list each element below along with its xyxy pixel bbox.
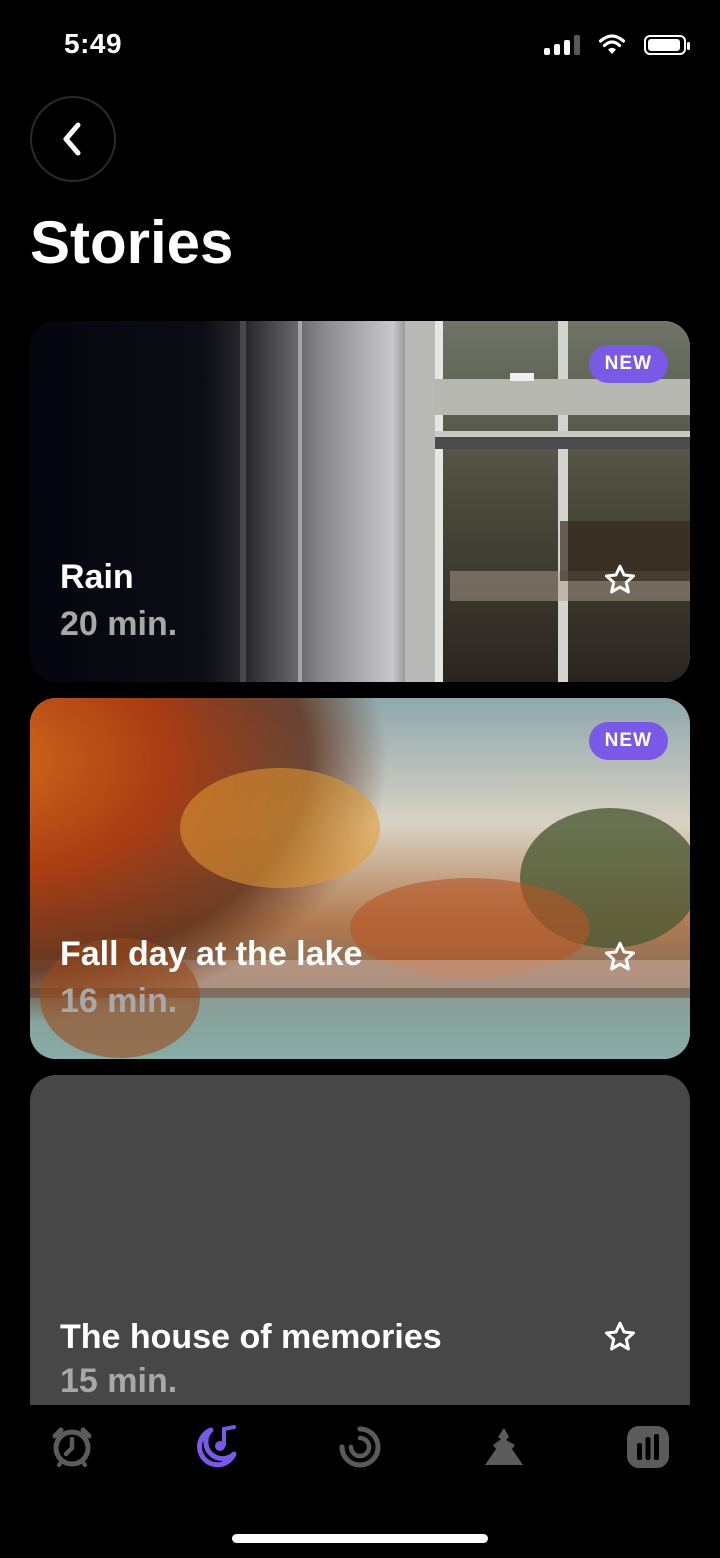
- stats-bars-icon: [627, 1426, 669, 1468]
- story-duration: 20 min.: [60, 605, 178, 643]
- status-icons: [544, 34, 690, 56]
- new-badge: NEW: [588, 345, 668, 383]
- battery-icon: [644, 35, 690, 55]
- new-badge: NEW: [588, 722, 668, 760]
- wifi-icon: [598, 34, 626, 54]
- cellular-signal-icon: [544, 35, 580, 55]
- alarm-clock-icon: [52, 1427, 92, 1467]
- favorite-star-icon[interactable]: [602, 939, 638, 975]
- progress-ring-icon: [339, 1426, 381, 1468]
- home-indicator: [232, 1534, 488, 1543]
- story-card-lake[interactable]: NEW Fall day at the lake 16 min.: [30, 698, 690, 1059]
- status-bar: 5:49: [0, 0, 720, 90]
- tab-stories[interactable]: [192, 1423, 240, 1471]
- tab-mountain[interactable]: [480, 1423, 528, 1471]
- tab-stats[interactable]: [624, 1423, 672, 1471]
- story-duration: 16 min.: [60, 982, 178, 1020]
- mountain-icon: [485, 1428, 523, 1465]
- story-title: The house of memories: [60, 1318, 442, 1356]
- status-time: 5:49: [64, 28, 123, 59]
- tab-progress[interactable]: [336, 1423, 384, 1471]
- story-title: Fall day at the lake: [60, 935, 363, 973]
- page-title: Stories: [30, 209, 234, 276]
- favorite-star-icon[interactable]: [602, 1319, 638, 1355]
- favorite-star-icon[interactable]: [602, 562, 638, 598]
- chevron-left-icon: [63, 122, 81, 156]
- tab-alarm[interactable]: [48, 1423, 96, 1471]
- story-title: Rain: [60, 558, 134, 596]
- story-card-house[interactable]: The house of memories 15 min.: [30, 1075, 690, 1405]
- story-duration: 15 min.: [60, 1362, 178, 1400]
- back-button[interactable]: [30, 96, 116, 182]
- moon-music-icon: [197, 1425, 237, 1468]
- story-card-rain[interactable]: NEW Rain 20 min.: [30, 321, 690, 682]
